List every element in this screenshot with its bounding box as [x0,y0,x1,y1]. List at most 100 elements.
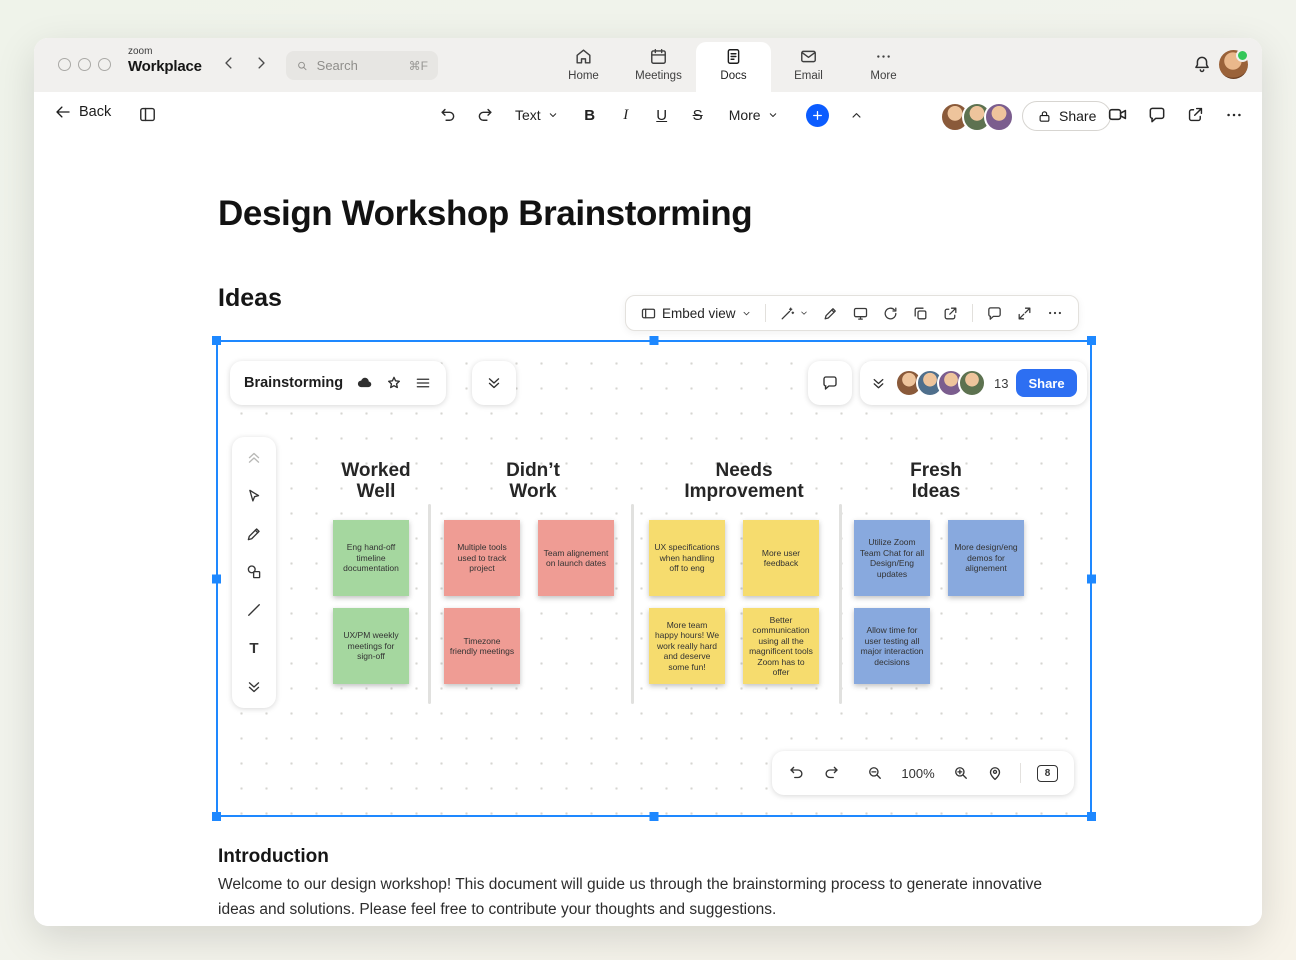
text-tool[interactable]: T [249,639,258,658]
embed-comment-button[interactable] [986,305,1003,322]
zoom-out-button[interactable] [866,764,884,782]
expand-button[interactable] [1016,305,1033,322]
board-tool-rail: T [232,437,276,708]
board-undo-button[interactable] [788,764,806,782]
scroll-up-button[interactable] [245,449,263,467]
locate-button[interactable] [986,764,1004,782]
user-avatar[interactable] [1219,50,1248,79]
duplicate-button[interactable] [912,305,929,322]
sticky-note[interactable]: Eng hand-off timeline documentation [333,520,409,596]
selection-handle[interactable] [212,574,221,583]
doc-collaborator-avatars[interactable] [940,102,1014,132]
selection-handle[interactable] [212,336,221,345]
text-style-dropdown[interactable]: Text [506,101,568,129]
window-button-minimize[interactable] [78,58,91,71]
sticky-note[interactable]: More team happy hours! We work really ha… [649,608,725,684]
frames-button[interactable]: 8 [1037,765,1058,782]
ideas-heading[interactable]: Ideas [218,284,282,313]
magic-wand-dropdown[interactable] [779,305,809,322]
board-column-title[interactable]: Didn’t Work [463,460,603,502]
nav-item-docs[interactable]: Docs [696,42,771,92]
board-avatars[interactable] [895,369,986,397]
embed-view-dropdown[interactable]: Embed view [640,305,752,322]
more-formatting-dropdown[interactable]: More [720,101,788,129]
document-title[interactable]: Design Workshop Brainstorming [218,194,752,234]
avatar[interactable] [984,102,1014,132]
search-input[interactable] [315,57,403,74]
nav-item-home[interactable]: Home [546,38,621,92]
sticky-note[interactable]: More design/eng demos for alignement [948,520,1024,596]
whiteboard-embed[interactable]: Brainstorming 13 S [216,340,1092,817]
nav-item-email[interactable]: Email [771,38,846,92]
history-forward-button[interactable] [252,54,270,72]
line-tool[interactable] [245,601,263,619]
selection-handle[interactable] [650,812,659,821]
present-button[interactable] [852,305,869,322]
sticky-note[interactable]: Allow time for user testing all major in… [854,608,930,684]
shapes-tool[interactable] [245,563,263,581]
doc-share-button[interactable]: Share [1022,101,1111,131]
undo-button[interactable] [434,101,462,129]
strikethrough-button[interactable]: S [684,107,712,124]
open-external-button[interactable] [1186,105,1205,124]
sticky-note[interactable]: Better communication using all the magni… [743,608,819,684]
redo-button[interactable] [470,101,498,129]
notifications-button[interactable] [1192,54,1212,74]
embed-more-button[interactable] [1046,304,1064,322]
insert-button[interactable] [806,104,829,127]
sticky-note[interactable]: More user feedback [743,520,819,596]
search-bar[interactable]: ⌘F [286,51,438,80]
selection-handle[interactable] [1087,812,1096,821]
introduction-paragraph[interactable]: Welcome to our design workshop! This doc… [218,872,1046,922]
sticky-note[interactable]: Timezone friendly meetings [444,608,520,684]
pen-tool[interactable] [245,525,263,543]
scroll-down-button[interactable] [245,678,263,696]
nav-item-meetings[interactable]: Meetings [621,38,696,92]
avatar[interactable] [958,369,986,397]
back-button[interactable]: Back [54,103,111,121]
window-button-close[interactable] [58,58,71,71]
board-name[interactable]: Brainstorming [244,375,343,391]
history-back-button[interactable] [220,54,238,72]
refresh-button[interactable] [882,305,899,322]
app-window: zoom Workplace ⌘F Home Meetings [34,38,1262,926]
zoom-level[interactable]: 100% [900,766,936,781]
board-column-title[interactable]: Fresh Ideas [866,460,1006,502]
window-button-zoom[interactable] [98,58,111,71]
board-comment-button[interactable] [808,361,852,405]
bold-button[interactable]: B [576,107,604,124]
double-chevron-up-icon [245,449,263,467]
board-share-button[interactable]: Share [1016,369,1076,397]
menu-icon[interactable] [414,374,432,392]
collapse-toolbar-button[interactable] [849,108,864,123]
select-tool[interactable] [245,487,263,505]
star-icon[interactable] [385,374,403,392]
selection-handle[interactable] [1087,574,1096,583]
edit-button[interactable] [822,305,839,322]
board-collapse-button[interactable] [472,361,516,405]
sidebar-toggle-button[interactable] [138,105,157,124]
open-in-new-button[interactable] [942,305,959,322]
more-options-button[interactable] [1224,105,1244,125]
board-redo-button[interactable] [822,764,840,782]
board-column-title[interactable]: Worked Well [306,460,446,502]
selection-handle[interactable] [212,812,221,821]
sticky-note[interactable]: UX specifications when handling off to e… [649,520,725,596]
introduction-heading[interactable]: Introduction [218,846,329,868]
nav-item-more[interactable]: More [846,38,921,92]
sticky-note[interactable]: Multiple tools used to track project [444,520,520,596]
underline-button[interactable]: U [648,107,676,124]
document-canvas[interactable]: Design Workshop Brainstorming Ideas Embe… [34,138,1262,926]
sticky-note[interactable]: Utilize Zoom Team Chat for all Design/En… [854,520,930,596]
board-column-title[interactable]: Needs Improvement [654,460,834,502]
sticky-note[interactable]: Team alignement on launch dates [538,520,614,596]
comments-button[interactable] [1147,105,1167,125]
italic-button[interactable]: I [612,107,640,124]
zoom-in-button[interactable] [952,764,970,782]
double-chevron-down-icon[interactable] [870,375,887,392]
sticky-note[interactable]: UX/PM weekly meetings for sign-off [333,608,409,684]
selection-handle[interactable] [1087,336,1096,345]
board-name-pill[interactable]: Brainstorming [230,361,446,405]
start-video-button[interactable] [1107,104,1128,125]
selection-handle[interactable] [650,336,659,345]
